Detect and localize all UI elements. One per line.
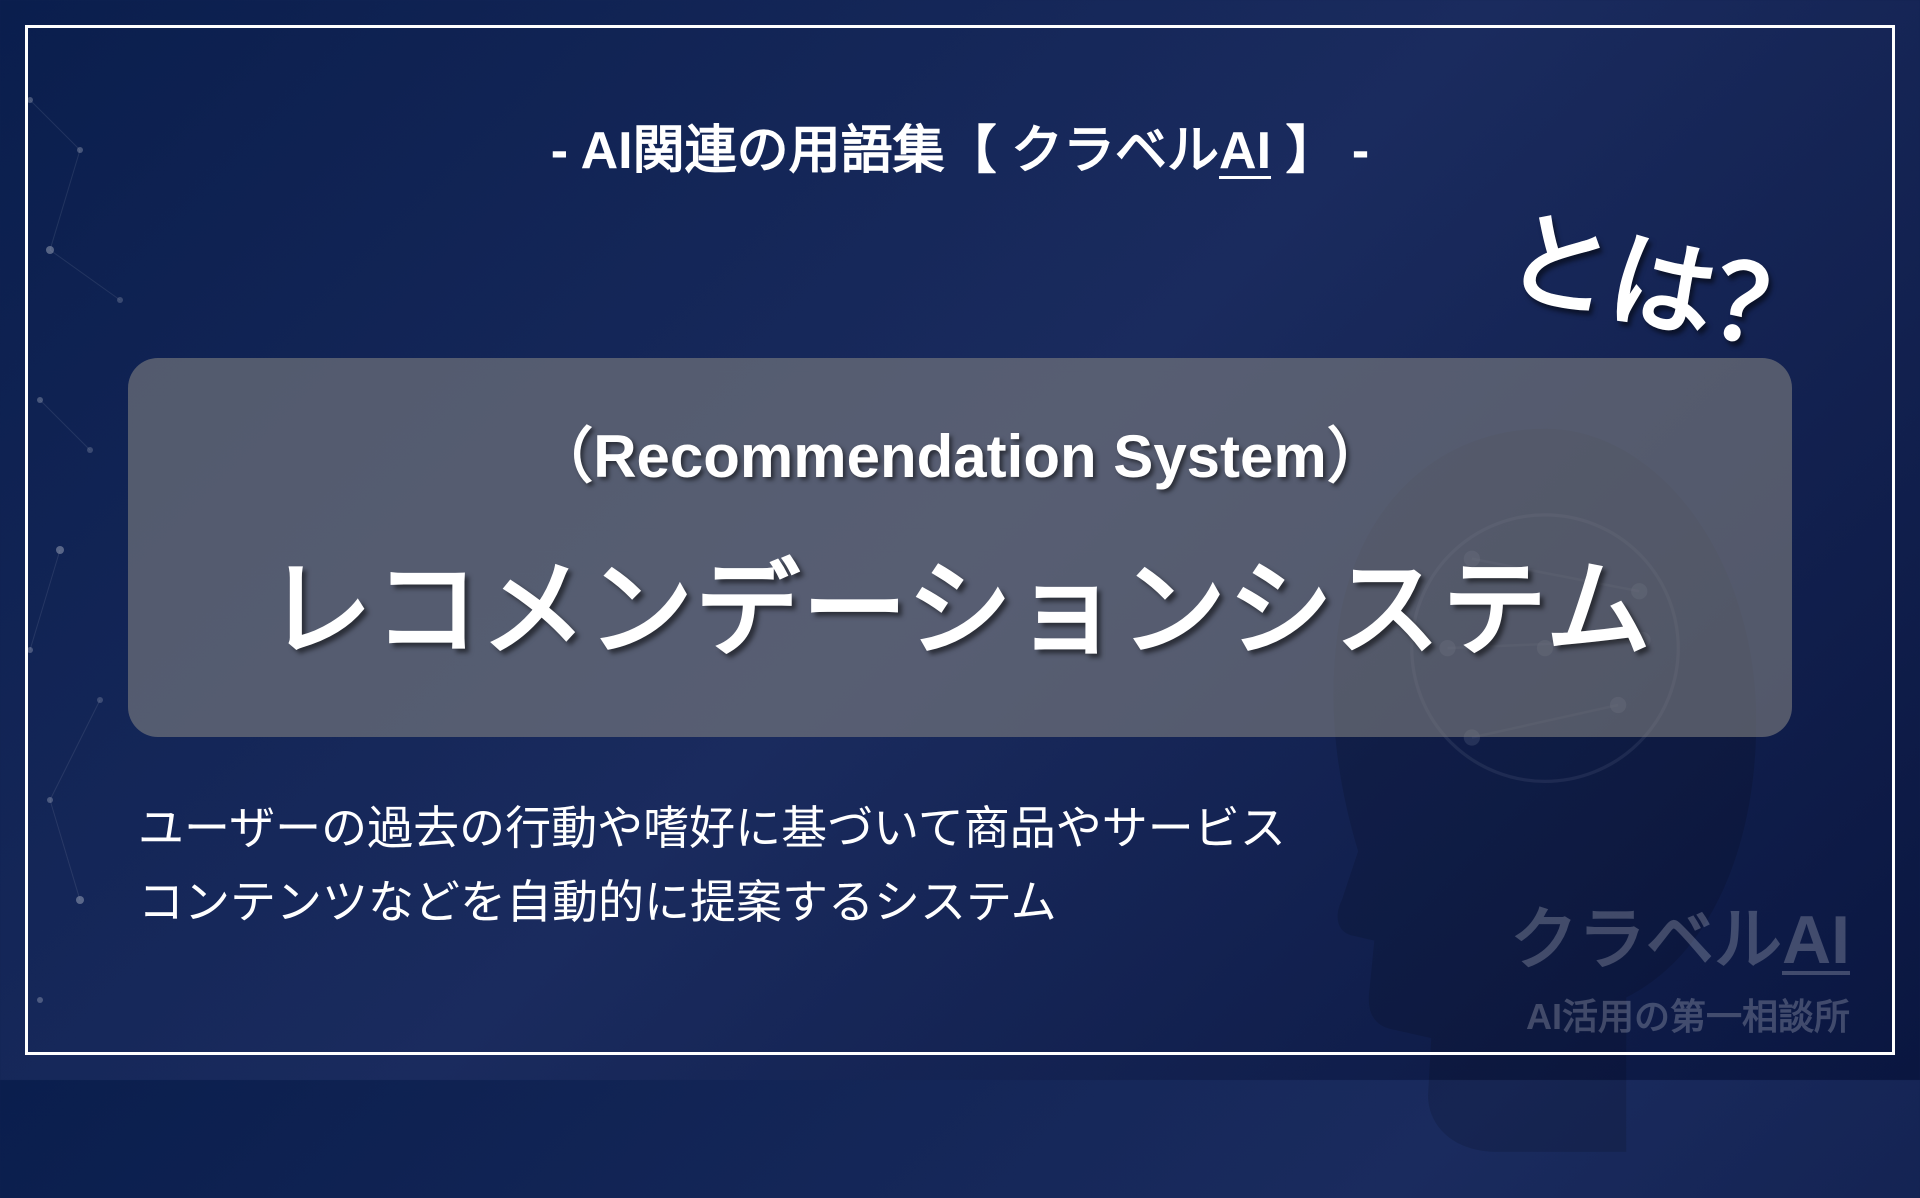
term-english-title: （Recommendation System） xyxy=(188,408,1732,495)
footer-branding: クラベルAI AI活用の第一相談所 xyxy=(1510,884,1850,1040)
term-japanese-title: レコメンデーションシステム xyxy=(188,525,1732,677)
page-header: - AI関連の用語集【 クラベルAI 】 - xyxy=(128,108,1792,183)
header-title: - AI関連の用語集【 クラベルAI 】 - xyxy=(551,122,1370,180)
footer-tagline: AI活用の第一相談所 xyxy=(1510,988,1850,1040)
description-line-1: ユーザーの過去の行動や嗜好に基づいて商品やサービス xyxy=(138,792,1792,866)
header-underlined: AI xyxy=(1219,122,1271,180)
what-is-callout: とは？ xyxy=(1495,172,1835,386)
header-suffix: 】 - xyxy=(1271,122,1369,180)
term-definition-card: とは？ （Recommendation System） レコメンデーションシステ… xyxy=(128,358,1792,737)
footer-logo-prefix: クラベル xyxy=(1510,902,1782,978)
header-prefix: - AI関連の用語集【 クラベル xyxy=(551,122,1219,180)
footer-logo: クラベルAI xyxy=(1510,884,1850,983)
footer-logo-underlined: AI xyxy=(1782,902,1850,978)
